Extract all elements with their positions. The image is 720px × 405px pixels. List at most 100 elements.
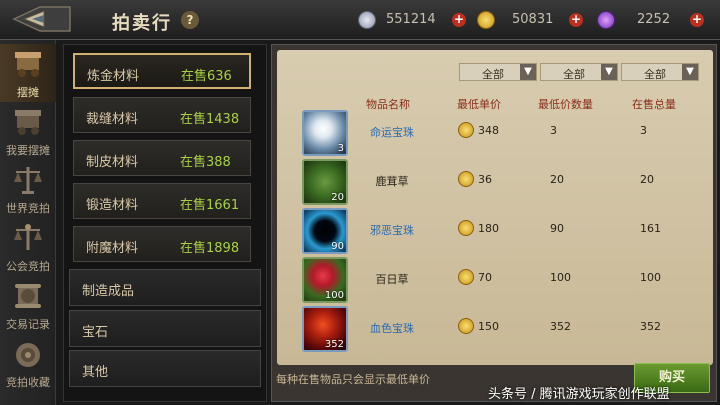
category-enchanting[interactable]: 附魔材料 在售1898 — [73, 226, 251, 262]
nav-label: 我要摆摊 — [6, 144, 50, 157]
guild-scales-icon — [14, 224, 42, 250]
item-total: 20 — [640, 173, 654, 186]
item-qty: 100 — [324, 290, 344, 301]
table-row[interactable]: 100 百日草 70 100 100 — [302, 257, 707, 305]
category-count: 在售1898 — [180, 241, 240, 256]
filter-dropdown-2[interactable]: 全部 ▼ — [540, 63, 618, 81]
filter-dropdown-1[interactable]: 全部 ▼ — [459, 63, 537, 81]
item-price: 70 — [478, 271, 492, 284]
item-price: 150 — [478, 320, 499, 333]
item-total: 3 — [640, 124, 647, 137]
back-arrow-icon[interactable] — [10, 4, 80, 34]
item-price: 36 — [478, 173, 492, 186]
left-nav: 摆摊 我要摆摊 世界竞拍 公会竞拍 交易记录 竞拍收藏 — [0, 40, 56, 405]
gold-currency: 50831 — [477, 11, 577, 29]
listing-parchment: 全部 ▼ 全部 ▼ 全部 ▼ 物品名称 最低单价 最低价数量 在售总量 3 命运… — [277, 50, 713, 365]
nav-label: 公会竞拍 — [6, 260, 50, 273]
item-price: 180 — [478, 222, 499, 235]
nav-auction-favorites[interactable]: 竞拍收藏 — [0, 334, 56, 392]
category-name: 其他 — [82, 365, 109, 380]
category-gems[interactable]: 宝石 — [69, 310, 261, 347]
gold-coin-icon — [458, 220, 474, 236]
chevron-down-icon: ▼ — [601, 64, 617, 80]
gold-coin-icon — [458, 122, 474, 138]
scales-icon — [14, 167, 42, 194]
blood-orb-icon: 352 — [302, 306, 348, 352]
coin-bag-icon — [16, 343, 40, 367]
page-title: 拍卖行 — [112, 13, 172, 34]
item-name: 鹿茸草 — [375, 175, 409, 188]
herb-leaf-icon: 20 — [302, 159, 348, 205]
nav-guild-auction[interactable]: 公会竞拍 — [0, 218, 56, 276]
nav-label: 竞拍收藏 — [6, 376, 50, 389]
item-total: 100 — [640, 271, 661, 284]
add-silver-button[interactable]: + — [452, 13, 466, 27]
scroll-icon — [15, 284, 41, 308]
category-name: 裁缝材料 — [86, 112, 139, 127]
add-crystal-button[interactable]: + — [690, 13, 704, 27]
category-name: 附魔材料 — [86, 241, 139, 256]
gold-amount: 50831 — [512, 12, 554, 27]
item-qty: 20 — [331, 192, 344, 203]
watermark-text: 头条号 / 腾讯游戏玩家创作联盟 — [488, 387, 670, 402]
category-panel: 炼金材料 在售636 裁缝材料 在售1438 制皮材料 在售388 锻造材料 在… — [63, 44, 267, 402]
silver-amount: 551214 — [386, 12, 436, 27]
item-qty: 90 — [331, 241, 344, 252]
listing-panel: 全部 ▼ 全部 ▼ 全部 ▼ 物品名称 最低单价 最低价数量 在售总量 3 命运… — [271, 44, 717, 402]
gold-coin-icon — [458, 171, 474, 187]
filter-value: 全部 — [563, 68, 585, 81]
item-price: 348 — [478, 124, 499, 137]
crystal-amount: 2252 — [637, 12, 671, 27]
cart-icon — [15, 110, 41, 135]
item-qty: 352 — [324, 339, 344, 350]
help-icon[interactable]: ? — [181, 11, 199, 29]
nav-label: 世界竞拍 — [6, 202, 50, 215]
category-count: 在售1661 — [180, 198, 240, 213]
stall-cart-icon — [15, 52, 41, 77]
item-min-qty: 90 — [550, 222, 564, 235]
lowest-price-note: 每种在售物品只会显示最低单价 — [276, 373, 430, 386]
item-min-qty: 352 — [550, 320, 571, 333]
category-forging[interactable]: 锻造材料 在售1661 — [73, 183, 251, 219]
filter-value: 全部 — [644, 68, 666, 81]
item-total: 161 — [640, 222, 661, 235]
crystal-currency: 2252 — [597, 11, 697, 29]
category-count: 在售636 — [181, 69, 232, 84]
gold-coin-icon — [477, 11, 495, 29]
nav-label: 摆摊 — [17, 86, 39, 99]
item-min-qty: 100 — [550, 271, 571, 284]
item-name: 命运宝珠 — [370, 126, 414, 139]
filter-value: 全部 — [482, 68, 504, 81]
category-count: 在售1438 — [180, 112, 240, 127]
item-min-qty: 20 — [550, 173, 564, 186]
gold-coin-icon — [458, 318, 474, 334]
category-alchemy[interactable]: 炼金材料 在售636 — [73, 53, 251, 89]
silver-gem-icon — [358, 11, 376, 29]
add-gold-button[interactable]: + — [569, 13, 583, 27]
category-name: 宝石 — [82, 325, 109, 340]
purple-crystal-icon — [597, 11, 615, 29]
item-min-qty: 3 — [550, 124, 557, 137]
nav-trade-records[interactable]: 交易记录 — [0, 276, 56, 334]
top-bar: 拍卖行 ? 551214 + 50831 + 2252 + — [0, 0, 720, 40]
category-tailoring[interactable]: 裁缝材料 在售1438 — [73, 97, 251, 133]
category-other[interactable]: 其他 — [69, 350, 261, 387]
red-flower-icon: 100 — [302, 257, 348, 303]
item-name: 百日草 — [375, 273, 409, 286]
nav-stall[interactable]: 摆摊 — [0, 44, 56, 102]
category-leatherwork[interactable]: 制皮材料 在售388 — [73, 140, 251, 176]
category-name: 制造成品 — [82, 284, 135, 299]
filter-dropdown-3[interactable]: 全部 ▼ — [621, 63, 699, 81]
table-row[interactable]: 90 邪恶宝珠 180 90 161 — [302, 208, 707, 256]
nav-my-stall[interactable]: 我要摆摊 — [0, 102, 56, 160]
item-name: 血色宝珠 — [370, 322, 414, 335]
item-qty: 3 — [337, 143, 344, 154]
table-row[interactable]: 3 命运宝珠 348 3 3 — [302, 110, 707, 158]
table-row[interactable]: 20 鹿茸草 36 20 20 — [302, 159, 707, 207]
category-crafted-goods[interactable]: 制造成品 — [69, 269, 261, 306]
table-row[interactable]: 352 血色宝珠 150 352 352 — [302, 306, 707, 354]
category-name: 炼金材料 — [87, 69, 140, 84]
nav-world-auction[interactable]: 世界竞拍 — [0, 160, 56, 218]
category-name: 制皮材料 — [86, 155, 139, 170]
category-name: 锻造材料 — [86, 198, 139, 213]
